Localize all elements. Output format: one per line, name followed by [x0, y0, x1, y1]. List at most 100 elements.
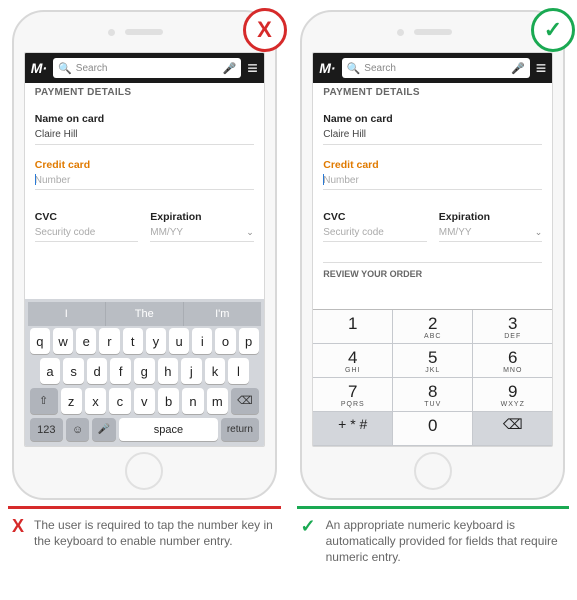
suggestion[interactable]: The	[106, 302, 184, 326]
check-icon: ✓	[301, 517, 316, 535]
home-button[interactable]	[125, 452, 163, 490]
mic-icon[interactable]: 🎤	[223, 62, 237, 75]
numpad-key[interactable]: 5JKL	[393, 344, 473, 378]
cvc-input[interactable]: Security code	[35, 223, 139, 242]
screen-right: M· 🔍 Search 🎤 ≡ PAYMENT DETAILS Name on …	[312, 52, 553, 447]
emoji-key[interactable]: ☺	[66, 418, 90, 441]
app-topbar: M· 🔍 Search 🎤 ≡	[313, 53, 552, 83]
numpad-key[interactable]: 3DEF	[473, 310, 552, 344]
payment-form: PAYMENT DETAILS Name on card Claire Hill…	[25, 83, 264, 299]
key[interactable]: f	[110, 358, 131, 384]
key[interactable]: g	[134, 358, 155, 384]
creditcard-input[interactable]: Number	[35, 171, 254, 190]
numpad-key[interactable]: 7PQRS	[313, 378, 393, 412]
expiration-label: Expiration	[439, 211, 543, 223]
phone-frame-left: M· 🔍 Search 🎤 ≡ PAYMENT DETAILS Name on …	[12, 10, 277, 500]
shift-key[interactable]: ⇧	[30, 388, 58, 414]
key[interactable]: p	[239, 328, 259, 354]
suggestion[interactable]: I	[28, 302, 106, 326]
key[interactable]: y	[146, 328, 166, 354]
review-header: REVIEW YOUR ORDER	[323, 262, 542, 279]
key[interactable]: k	[205, 358, 226, 384]
key[interactable]: r	[99, 328, 119, 354]
key[interactable]: u	[169, 328, 189, 354]
key-row-3: ⇧ z x c v b n m ⌫	[28, 386, 261, 416]
search-icon: 🔍	[347, 62, 361, 75]
numbers-key[interactable]: 123	[30, 418, 63, 441]
key[interactable]: d	[87, 358, 108, 384]
creditcard-label: Credit card	[35, 159, 254, 171]
mic-key[interactable]: 🎤	[92, 418, 116, 441]
caption-good: ✓ An appropriate numeric keyboard is aut…	[297, 509, 570, 566]
search-icon: 🔍	[58, 62, 72, 75]
key-row-2: asdfghjkl	[28, 356, 261, 386]
return-key[interactable]: return	[221, 418, 259, 441]
key[interactable]: z	[61, 388, 82, 414]
creditcard-input[interactable]: Number	[323, 171, 542, 190]
speaker-slot	[414, 29, 452, 35]
camera-dot	[397, 29, 404, 36]
expiration-input[interactable]: MM/YY ⌄	[439, 223, 543, 242]
space-key[interactable]: space	[119, 418, 218, 441]
key[interactable]: q	[30, 328, 50, 354]
text-cursor	[323, 174, 324, 185]
key[interactable]: j	[181, 358, 202, 384]
name-label: Name on card	[35, 113, 254, 125]
numpad-key[interactable]: 1	[313, 310, 393, 344]
key[interactable]: l	[228, 358, 249, 384]
numpad-key[interactable]: 9WXYZ	[473, 378, 552, 412]
key[interactable]: m	[207, 388, 228, 414]
key[interactable]: t	[123, 328, 143, 354]
name-value[interactable]: Claire Hill	[323, 125, 542, 145]
key[interactable]: n	[182, 388, 203, 414]
zero-key[interactable]: 0	[393, 412, 473, 446]
example-bad: X M· 🔍 Search 🎤 ≡ PAYMENT DETAILS Name o…	[8, 10, 281, 566]
home-button[interactable]	[414, 452, 452, 490]
symbols-key[interactable]: + * #	[313, 412, 393, 446]
badge-bad: X	[243, 8, 287, 52]
menu-icon[interactable]: ≡	[247, 59, 258, 77]
alpha-keyboard: I The I'm qwertyuiop asdfghjkl ⇧ z x c v…	[25, 299, 264, 446]
menu-icon[interactable]: ≡	[536, 59, 547, 77]
key-row-4: 123 ☺ 🎤 space return	[28, 416, 261, 443]
numeric-keyboard: 12ABC3DEF4GHI5JKL6MNO7PQRS8TUV9WXYZ + * …	[313, 309, 552, 446]
key[interactable]: b	[158, 388, 179, 414]
name-value[interactable]: Claire Hill	[35, 125, 254, 145]
search-input[interactable]: 🔍 Search 🎤	[53, 58, 241, 78]
search-placeholder: Search	[364, 63, 396, 74]
backspace-key[interactable]: ⌫	[473, 412, 552, 446]
numpad-row: 7PQRS8TUV9WXYZ	[313, 378, 552, 412]
numpad-row-bottom: + * # 0 ⌫	[313, 412, 552, 446]
name-label: Name on card	[323, 113, 542, 125]
search-input[interactable]: 🔍 Search 🎤	[342, 58, 530, 78]
expiration-label: Expiration	[150, 211, 254, 223]
key[interactable]: x	[85, 388, 106, 414]
chevron-down-icon: ⌄	[246, 227, 254, 238]
numpad-key[interactable]: 2ABC	[393, 310, 473, 344]
key-row-1: qwertyuiop	[28, 326, 261, 356]
key[interactable]: e	[76, 328, 96, 354]
key[interactable]: i	[192, 328, 212, 354]
suggestion-bar: I The I'm	[28, 302, 261, 326]
key[interactable]: a	[40, 358, 61, 384]
cvc-input[interactable]: Security code	[323, 223, 427, 242]
key[interactable]: w	[53, 328, 73, 354]
suggestion[interactable]: I'm	[184, 302, 261, 326]
key[interactable]: h	[158, 358, 179, 384]
numpad-key[interactable]: 4GHI	[313, 344, 393, 378]
numpad-key[interactable]: 6MNO	[473, 344, 552, 378]
numpad-key[interactable]: 8TUV	[393, 378, 473, 412]
speaker-slot	[125, 29, 163, 35]
key[interactable]: c	[109, 388, 130, 414]
expiration-input[interactable]: MM/YY ⌄	[150, 223, 254, 242]
x-icon: X	[12, 517, 24, 535]
key[interactable]: s	[63, 358, 84, 384]
key[interactable]: o	[215, 328, 235, 354]
backspace-key[interactable]: ⌫	[231, 388, 259, 414]
key[interactable]: v	[134, 388, 155, 414]
badge-good: ✓	[531, 8, 575, 52]
caption-bad: X The user is required to tap the number…	[8, 509, 281, 549]
screen-left: M· 🔍 Search 🎤 ≡ PAYMENT DETAILS Name on …	[24, 52, 265, 447]
mic-icon[interactable]: 🎤	[511, 62, 525, 75]
app-logo: M·	[31, 60, 47, 76]
